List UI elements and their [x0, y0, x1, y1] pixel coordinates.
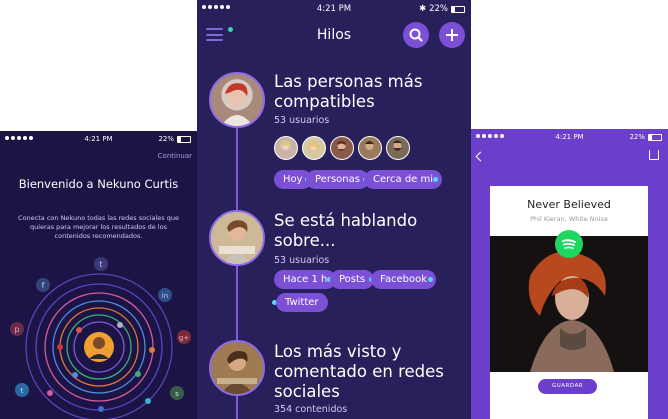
user-avatar [84, 332, 114, 362]
tag-chip[interactable]: Personas [306, 170, 369, 189]
avatar[interactable] [386, 136, 410, 160]
orbit-dot [47, 390, 53, 396]
back-icon[interactable] [475, 151, 486, 162]
thread-avatar[interactable] [209, 210, 265, 266]
thread-title[interactable]: Los más visto y comentado en redes socia… [274, 342, 464, 402]
svg-text:t: t [99, 260, 102, 269]
svg-text:s: s [175, 390, 179, 398]
orbit-dot [135, 371, 141, 377]
status-battery: 22% [629, 133, 645, 141]
save-button[interactable]: GUARDAR [538, 379, 597, 394]
tag-connector [433, 177, 438, 182]
orbit-dot [98, 406, 104, 412]
tag-chip[interactable]: Twitter [276, 293, 328, 312]
welcome-screen: 4:21 PM 22% Continuar Bienvenido a Nekun… [0, 131, 197, 419]
tumblr-icon[interactable]: t [94, 257, 108, 271]
share-icon[interactable] [649, 150, 659, 160]
svg-text:f: f [42, 281, 45, 290]
orbit-dot [145, 398, 151, 404]
song-artist: Phil Kieran, White Noise [530, 215, 608, 223]
avatar[interactable] [330, 136, 354, 160]
avatar[interactable] [274, 136, 298, 160]
thread-avatar[interactable] [209, 72, 265, 128]
avatar[interactable] [358, 136, 382, 160]
steam-icon[interactable]: s [170, 386, 184, 400]
orbit-dot [76, 327, 82, 333]
plus-icon [446, 29, 458, 41]
page-title: Hilos [316, 27, 352, 43]
thread-subtitle: 53 usuarios [274, 115, 330, 126]
status-bar: 4:21 PM ✱ 22% [197, 0, 471, 16]
orbit-dot [57, 344, 63, 350]
svg-text:t: t [21, 387, 24, 395]
svg-text:g+: g+ [179, 334, 189, 342]
linkedin-icon[interactable]: in [158, 288, 172, 302]
twitter-icon[interactable]: t [15, 383, 29, 397]
thread-subtitle: 354 contenidos [274, 404, 348, 415]
thread-subtitle: 53 usuarios [274, 255, 330, 266]
tag-chip[interactable]: Posts [330, 270, 375, 289]
status-battery: 22% [429, 4, 448, 14]
song-screen: 4:21 PM 22% Never Believed Phil Kieran, … [471, 129, 668, 419]
tag-connector [428, 277, 433, 282]
pinterest-icon[interactable]: p [10, 322, 24, 336]
threads-screen: 4:21 PM ✱ 22% Hilos Las personas más comp… [197, 0, 471, 419]
google-plus-icon[interactable]: g+ [177, 330, 191, 344]
avatar[interactable] [302, 136, 326, 160]
svg-text:p: p [14, 325, 19, 334]
orbit-dot [117, 322, 123, 328]
search-button[interactable] [403, 22, 429, 48]
battery-icon [648, 133, 662, 141]
song-title: Never Believed [527, 198, 611, 211]
song-card: Never Believed Phil Kieran, White Noise … [490, 186, 648, 419]
thread-title[interactable]: Se está hablando sobre... [274, 211, 464, 251]
thread-title[interactable]: Las personas más compatibles [274, 72, 464, 112]
tag-chip[interactable]: Facebook [371, 270, 436, 289]
social-orbits: t f in p g+ t s [10, 257, 191, 419]
status-bar: 4:21 PM 22% [471, 129, 668, 145]
tag-chip[interactable]: Cerca de mi [364, 170, 443, 189]
search-icon [409, 28, 423, 42]
facebook-icon[interactable]: f [36, 278, 50, 292]
orbit-dot [149, 347, 155, 353]
battery-icon [451, 5, 465, 13]
thread-avatar[interactable] [209, 340, 265, 396]
bluetooth-icon: ✱ [418, 4, 427, 14]
svg-text:in: in [162, 292, 168, 300]
orbit-dot [72, 372, 78, 378]
spotify-icon[interactable] [555, 230, 583, 258]
add-thread-button[interactable] [439, 22, 465, 48]
